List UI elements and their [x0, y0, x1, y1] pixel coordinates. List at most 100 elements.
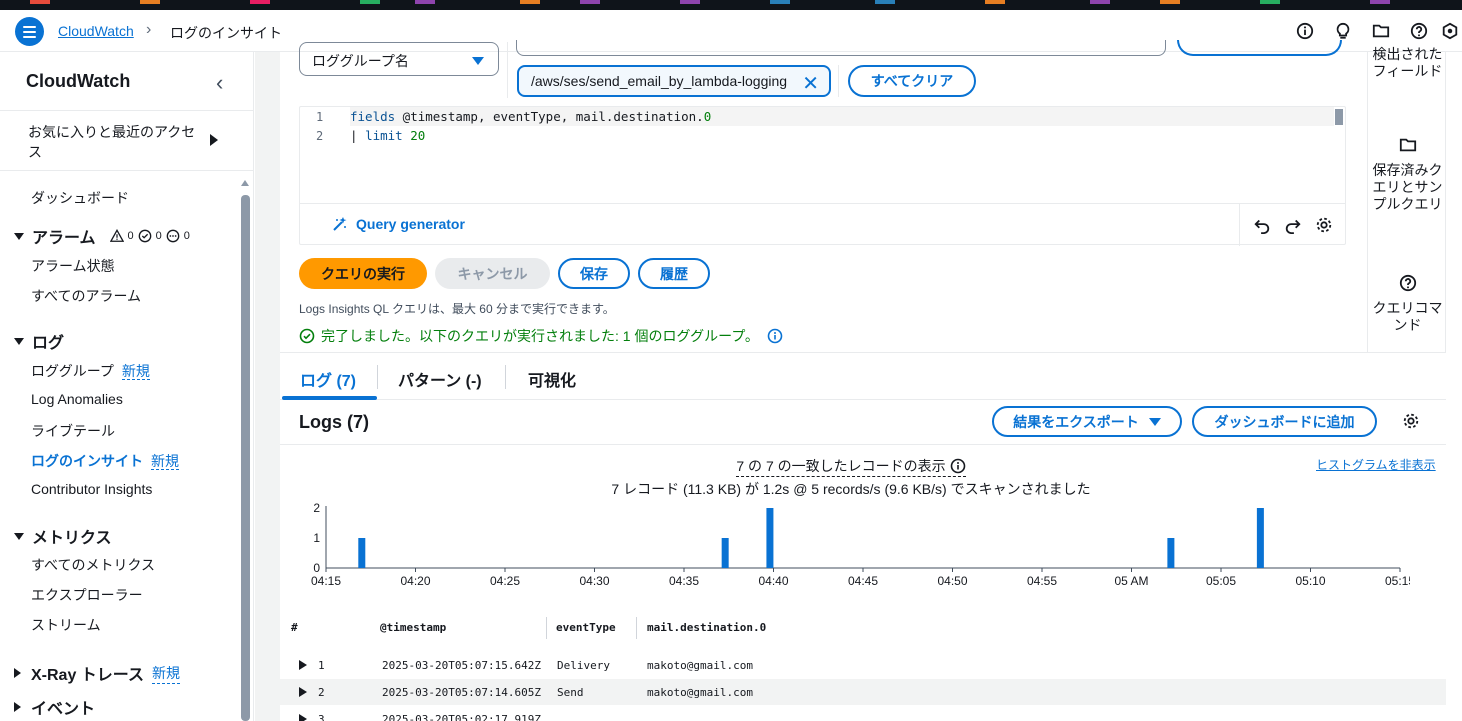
check-circle-icon	[138, 229, 151, 243]
table-header: # @timestamp eventType mail.destination.…	[280, 612, 1446, 644]
new-badge: 新規	[151, 453, 179, 470]
table-row[interactable]: 2 2025-03-20T05:07:14.605Z Send makoto@g…	[280, 679, 1446, 705]
sidebar-item-contributor-insights[interactable]: Contributor Insights	[31, 481, 152, 497]
redo-icon[interactable]	[1284, 216, 1302, 234]
hide-histogram-link[interactable]: ヒストグラムを非表示	[1316, 456, 1436, 473]
clear-all-button[interactable]: すべてクリア	[848, 65, 976, 97]
sidebar-item-streams[interactable]: ストリーム	[31, 615, 101, 635]
query-hint: Logs Insights QL クエリは、最大 60 分まで実行できます。	[299, 302, 615, 316]
breadcrumb-current: ログのインサイト	[170, 25, 282, 41]
log-group-select[interactable]: ロググループ名	[299, 42, 499, 76]
x-tick-label: 04:25	[490, 574, 520, 588]
export-results-button[interactable]: 結果をエクスポート	[992, 406, 1182, 437]
chevron-left-icon[interactable]: ‹	[216, 70, 223, 96]
caret-down-icon	[14, 232, 24, 240]
table-row[interactable]: 1 2025-03-20T05:07:15.642Z Delivery mako…	[280, 652, 1446, 678]
code-line-1[interactable]: fields @timestamp, eventType, mail.desti…	[350, 109, 711, 124]
scroll-up-arrow[interactable]	[241, 180, 249, 186]
histogram-bar	[1256, 508, 1264, 568]
logs-panel: Logs (7) 結果をエクスポート ダッシュボードに追加 7 の 7 の一致し…	[280, 400, 1446, 721]
cancel-button[interactable]: キャンセル	[435, 258, 550, 289]
logs-title: Logs (7)	[299, 412, 369, 432]
sidebar-item-log-anomalies[interactable]: Log Anomalies	[31, 391, 123, 407]
log-group-search-input[interactable]	[516, 40, 1166, 56]
help-panel: 検出されたフィールド 保存済みクエリとサンプルクエリ クエリコマンド	[1367, 46, 1447, 352]
sidebar-item-dashboard[interactable]: ダッシュボード	[31, 188, 129, 208]
tab-patterns[interactable]: パターン (-)	[398, 367, 482, 391]
gear-icon[interactable]	[1315, 216, 1333, 234]
detected-fields-button[interactable]: 検出されたフィールド	[1368, 46, 1447, 80]
expand-row-icon[interactable]	[299, 660, 307, 670]
sidebar-item-all-metrics[interactable]: すべてのメトリクス	[31, 555, 155, 575]
saved-queries-button[interactable]: 保存済みクエリとサンプルクエリ	[1368, 136, 1447, 213]
side-navigation: CloudWatch ‹ お気に入りと最近のアクセス ダッシュボード アラーム …	[0, 52, 254, 721]
sidebar-item-log-groups[interactable]: ロググループ 新規	[31, 361, 150, 381]
sidebar-item-alarm-state[interactable]: アラーム状態	[31, 256, 115, 276]
close-icon[interactable]: ✕	[802, 71, 819, 96]
y-tick-label: 1	[313, 531, 320, 545]
y-tick-label: 2	[313, 502, 320, 515]
history-button[interactable]: 履歴	[638, 258, 710, 289]
results-tabs: ログ (7) パターン (-) 可視化	[280, 352, 1446, 400]
sidebar-section-events[interactable]: イベント	[14, 695, 95, 719]
sparkle-icon	[333, 217, 347, 231]
info-icon[interactable]	[950, 458, 966, 474]
new-badge: 新規	[121, 363, 150, 380]
records-summary: 7 の 7 の一致したレコードの表示	[280, 456, 1422, 477]
tab-logs[interactable]: ログ (7)	[300, 367, 356, 391]
success-message: 完了しました。以下のクエリが実行されました: 1 個のロググループ。	[299, 326, 783, 346]
column-header-index[interactable]: #	[291, 621, 298, 634]
histogram-bar	[766, 508, 774, 568]
histogram-bar	[358, 538, 366, 568]
tab-visualization[interactable]: 可視化	[528, 367, 576, 391]
expand-row-icon[interactable]	[299, 714, 307, 721]
sidebar-section-xray[interactable]: X-Ray トレース 新規	[14, 661, 180, 685]
y-tick-label: 0	[313, 561, 320, 575]
sidebar-section-metrics[interactable]: メトリクス	[14, 524, 112, 548]
browse-log-groups-button[interactable]	[1177, 40, 1342, 56]
gear-icon[interactable]	[1402, 412, 1420, 430]
column-header-eventtype[interactable]: eventType	[556, 621, 616, 634]
sidebar-section-alarms[interactable]: アラーム 0 0 0	[14, 224, 190, 248]
x-tick-label: 04:45	[848, 574, 878, 588]
column-header-destination[interactable]: mail.destination.0	[647, 621, 766, 634]
caret-right-icon	[14, 702, 21, 712]
histogram-bar	[721, 538, 729, 568]
info-icon[interactable]	[767, 328, 783, 344]
help-icon	[1399, 274, 1416, 292]
x-tick-label: 05:15	[1385, 574, 1410, 588]
run-query-button[interactable]: クエリの実行	[299, 258, 427, 289]
sidebar-scrollbar[interactable]	[241, 195, 250, 721]
sidebar-item-logs-insights[interactable]: ログのインサイト 新規	[31, 451, 179, 471]
histogram-chart: 0 1 2 04:15 04:20 04:25 04:30 04:35 04:40 04:45 04…	[311, 502, 1410, 588]
menu-icon[interactable]	[15, 17, 44, 46]
sidebar-item-live-tail[interactable]: ライブテール	[31, 421, 115, 441]
add-to-dashboard-button[interactable]: ダッシュボードに追加	[1192, 406, 1377, 437]
ellipsis-circle-icon	[166, 229, 180, 243]
line-number: 1	[316, 110, 324, 124]
editor-scrollbar[interactable]	[1335, 109, 1343, 125]
column-header-timestamp[interactable]: @timestamp	[380, 621, 446, 634]
caret-down-icon	[472, 57, 484, 65]
query-generator-button[interactable]: Query generator	[332, 216, 465, 232]
query-commands-button[interactable]: クエリコマンド	[1368, 274, 1447, 334]
caret-right-icon[interactable]	[210, 134, 218, 146]
save-button[interactable]: 保存	[558, 258, 630, 289]
table-row[interactable]: 3 2025-03-20T05:02:17.919Z	[280, 706, 1446, 721]
alarm-counts: 0 0 0	[109, 229, 190, 243]
breadcrumb-cloudwatch[interactable]: CloudWatch	[58, 23, 134, 39]
warning-icon	[109, 229, 124, 242]
check-circle-icon	[299, 328, 315, 344]
x-tick-label: 04:50	[937, 574, 967, 588]
expand-row-icon[interactable]	[299, 687, 307, 697]
sidebar-item-all-alarms[interactable]: すべてのアラーム	[31, 286, 141, 306]
sidebar-item-explorer[interactable]: エクスプローラー	[31, 585, 143, 605]
favorites-recent[interactable]: お気に入りと最近のアクセス	[28, 122, 198, 162]
line-number: 2	[316, 129, 324, 143]
x-tick-label: 04:15	[311, 574, 341, 588]
x-tick-label: 04:20	[400, 574, 430, 588]
query-editor[interactable]: 1 2 fields @timestamp, eventType, mail.d…	[299, 106, 1346, 246]
sidebar-section-logs[interactable]: ログ	[14, 329, 64, 353]
undo-icon[interactable]	[1253, 216, 1271, 234]
code-line-2[interactable]: | limit 20	[350, 128, 425, 143]
